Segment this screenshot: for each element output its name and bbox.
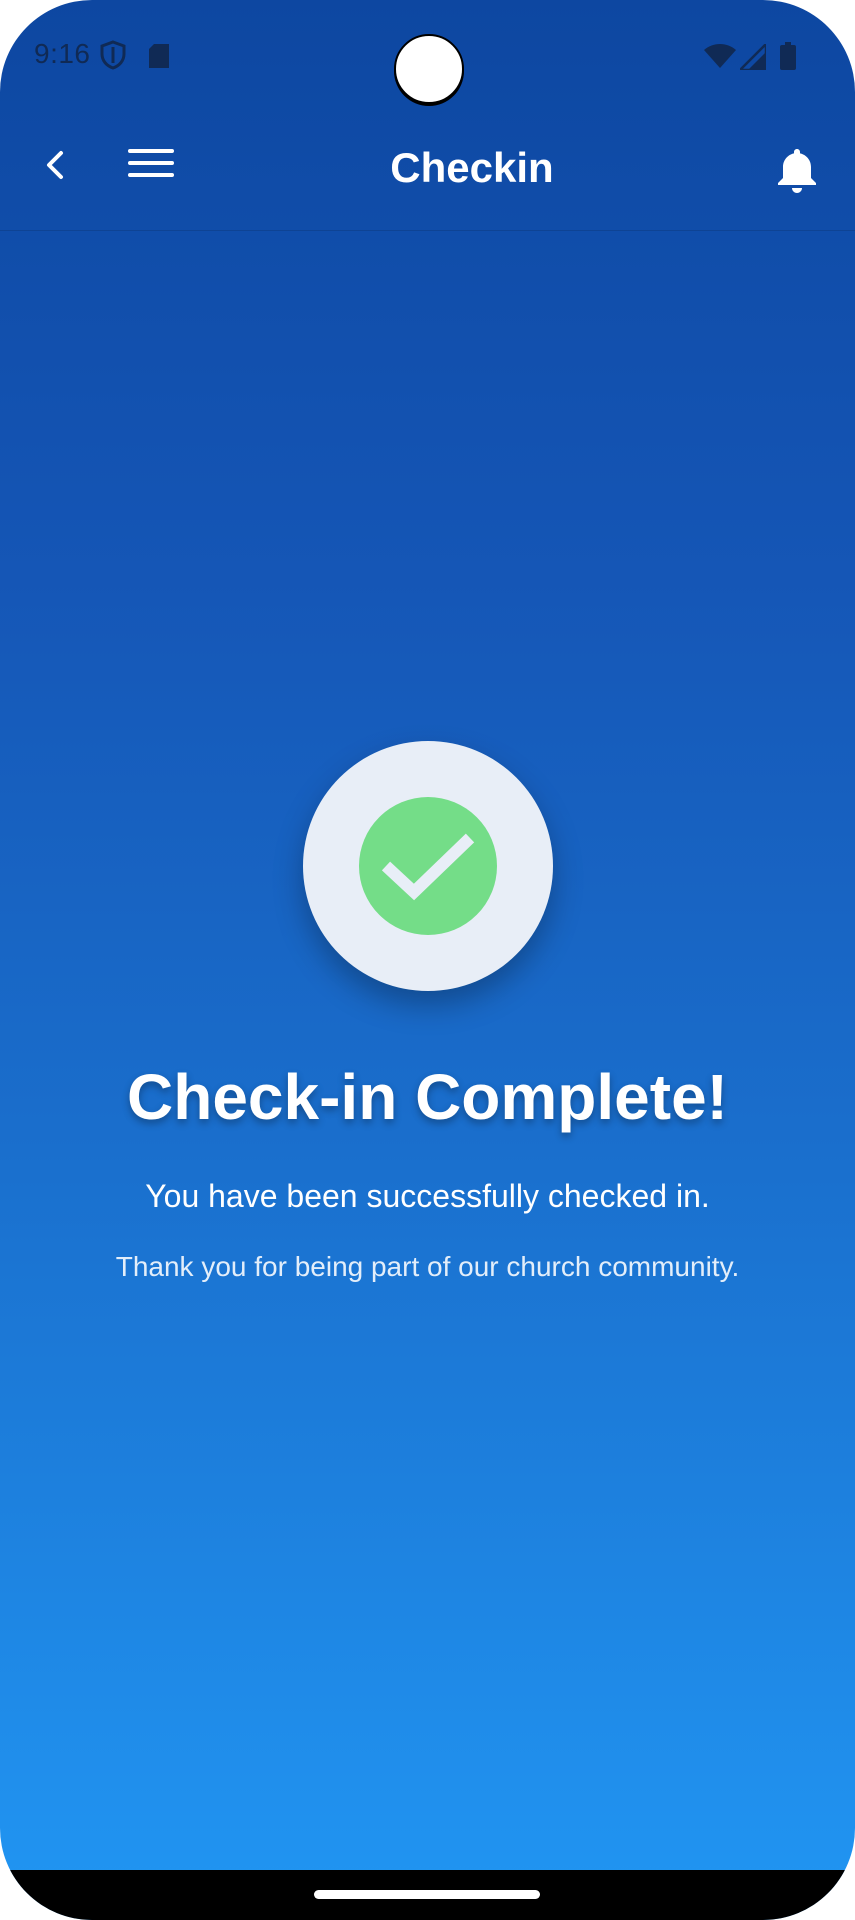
- bell-icon: [778, 149, 816, 193]
- shield-icon: [100, 40, 126, 70]
- menu-button[interactable]: [124, 136, 178, 190]
- notifications-button[interactable]: [772, 146, 822, 196]
- success-badge: [303, 741, 553, 991]
- headline: Check-in Complete!: [127, 1061, 728, 1133]
- checkmark-icon: [381, 833, 475, 901]
- phone-screen: 9:16 Checkin Check-in Complete! You have…: [0, 0, 855, 1920]
- navigation-bar: [0, 1870, 855, 1920]
- success-message: You have been successfully checked in.: [145, 1178, 710, 1214]
- back-arrow-icon: [47, 151, 63, 179]
- camera-cutout: [394, 34, 464, 104]
- app-bar: Checkin: [0, 110, 855, 231]
- thank-you-message: Thank you for being part of our church c…: [115, 1251, 740, 1282]
- home-indicator[interactable]: [314, 1890, 540, 1899]
- sd-card-icon: [149, 44, 169, 68]
- back-button[interactable]: [30, 140, 80, 190]
- check-circle: [359, 797, 497, 935]
- hamburger-menu-icon: [128, 149, 174, 177]
- cell-signal-icon: [740, 44, 766, 70]
- status-time: 9:16: [34, 38, 91, 69]
- battery-icon: [780, 42, 796, 70]
- wifi-icon: [704, 44, 736, 68]
